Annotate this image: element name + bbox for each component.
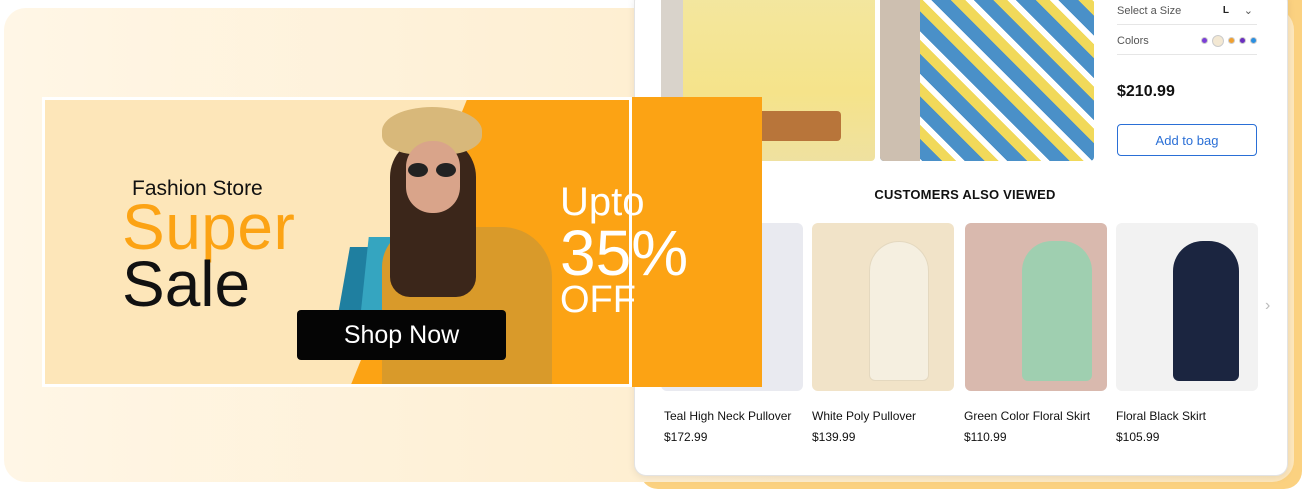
product-name[interactable]: Green Color Floral Skirt	[964, 409, 1090, 423]
product-tile-image[interactable]	[965, 223, 1107, 391]
color-swatches	[1201, 34, 1257, 47]
color-swatch[interactable]	[1212, 34, 1224, 47]
product-tile-price: $110.99	[964, 430, 1007, 444]
offer-off: OFF	[560, 279, 636, 321]
product-tile-price: $105.99	[1116, 430, 1160, 444]
headline-sale: Sale	[122, 248, 251, 320]
product-image-skirt	[880, 0, 1094, 161]
chevron-right-icon[interactable]: ›	[1265, 297, 1270, 315]
color-swatch[interactable]	[1239, 37, 1246, 44]
size-selector[interactable]: Select a Size L ⌄	[1117, 0, 1257, 25]
chevron-down-icon: ⌄	[1243, 5, 1253, 17]
product-name[interactable]: Teal High Neck Pullover	[664, 409, 791, 423]
color-swatch[interactable]	[1228, 37, 1235, 44]
sale-banner: Fashion Store Super Sale Shop Now Upto 3…	[42, 97, 762, 387]
colors-label: Colors	[1117, 34, 1149, 47]
color-swatch[interactable]	[1201, 37, 1208, 44]
product-name[interactable]: Floral Black Skirt	[1116, 409, 1206, 423]
size-value: L	[1222, 5, 1229, 16]
size-label: Select a Size	[1117, 4, 1182, 17]
color-selector: Colors	[1117, 27, 1257, 55]
product-tile-price: $172.99	[664, 430, 708, 444]
product-name[interactable]: White Poly Pullover	[812, 409, 916, 423]
add-to-bag-button[interactable]: Add to bag	[1117, 124, 1257, 156]
also-viewed-heading: CUSTOMERS ALSO VIEWED	[874, 187, 1056, 202]
product-tile-price: $139.99	[812, 430, 856, 444]
offer-percent: 35%	[560, 217, 689, 289]
product-tile-image[interactable]	[1116, 223, 1258, 391]
color-swatch[interactable]	[1250, 37, 1257, 44]
product-tile-image[interactable]	[812, 223, 954, 391]
product-price: $210.99	[1117, 83, 1175, 100]
shop-now-button[interactable]: Shop Now	[297, 310, 506, 360]
